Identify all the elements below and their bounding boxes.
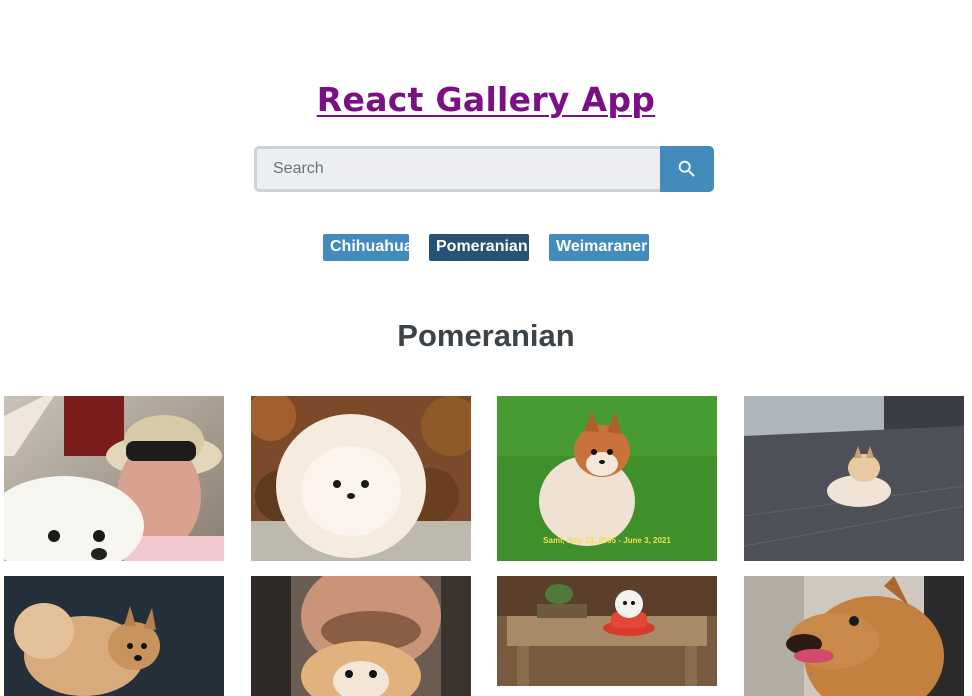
results-heading: Pomeranian [397, 318, 575, 353]
photo-image [4, 576, 224, 696]
search-input[interactable] [254, 146, 660, 192]
photo-image [744, 396, 964, 561]
nav-link-pomeranian[interactable]: Pomeranian [429, 234, 529, 261]
photo-caption: Sami, July 23, 2005 - June 3, 2021 [543, 536, 671, 545]
nav-link-chihuahua[interactable]: Chihuahua [323, 234, 413, 261]
photo-man-in-hat-with-pomeranian[interactable] [4, 396, 224, 561]
photo-image: Sami, July 23, 2005 - June 3, 2021 [497, 396, 717, 561]
app-title: React Gallery App [0, 80, 972, 119]
search-button[interactable] [660, 146, 714, 192]
gallery-page: React Gallery App Chihuahua Pomeranian W… [0, 0, 972, 696]
photo-brown-dog-open-mouth[interactable] [744, 576, 964, 696]
photo-puppy-in-teacup[interactable] [497, 576, 717, 686]
photo-image [744, 576, 964, 696]
photo-orange-pomeranian-on-grass[interactable]: Sami, July 23, 2005 - June 3, 2021 [497, 396, 717, 561]
app-title-link[interactable]: React Gallery App [317, 80, 655, 119]
search-icon [678, 160, 695, 177]
topic-nav: Chihuahua Pomeranian Weimaraner [0, 234, 972, 261]
nav-link-weimaraner[interactable]: Weimaraner [549, 234, 649, 261]
photo-pomeranian-on-pavement[interactable] [744, 396, 964, 561]
photo-image [251, 576, 471, 696]
photo-image [497, 576, 717, 686]
photo-fluffy-cream-pomeranian[interactable] [251, 396, 471, 561]
photo-man-with-pomeranian[interactable] [251, 576, 471, 696]
photo-tan-pomeranian-dark-bg[interactable] [4, 576, 224, 696]
photo-image [251, 396, 471, 561]
photo-image [4, 396, 224, 561]
search-form [254, 146, 714, 192]
